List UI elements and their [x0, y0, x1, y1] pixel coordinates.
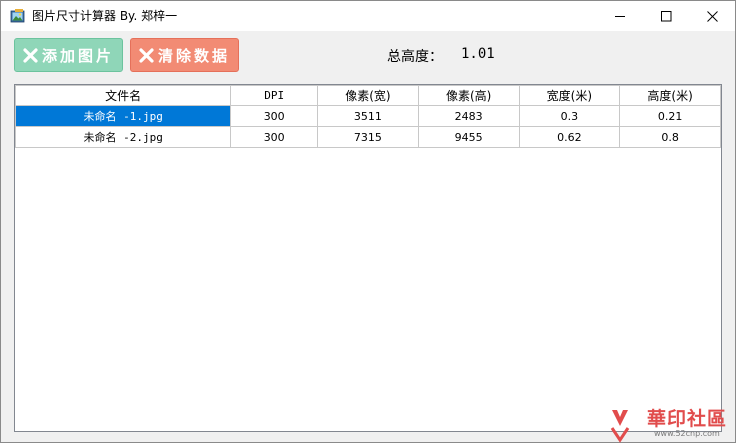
- column-header-filename[interactable]: 文件名: [14, 85, 232, 106]
- maximize-button[interactable]: [643, 1, 689, 31]
- cell-height-m[interactable]: 0.8: [619, 126, 721, 148]
- clear-data-button[interactable]: 清除数据: [130, 38, 239, 72]
- cell-pixel-width[interactable]: 3511: [317, 105, 419, 127]
- window-title: 图片尺寸计算器 By. 郑梓一: [32, 9, 178, 23]
- minimize-icon: [614, 15, 625, 17]
- app-window: 图片尺寸计算器 By. 郑梓一 添加图片 清除数据 总高度： 1.01 文件名 …: [0, 0, 736, 443]
- total-height-value: 1.01: [461, 46, 495, 62]
- cell-width-m[interactable]: 0.62: [518, 126, 621, 148]
- column-header-pixel-height[interactable]: 像素(高): [417, 85, 520, 106]
- column-header-pixel-width[interactable]: 像素(宽): [317, 85, 419, 106]
- cell-height-m[interactable]: 0.21: [619, 105, 721, 127]
- watermark-url: www.52cnp.com: [654, 429, 720, 438]
- app-image-icon: [10, 9, 25, 23]
- column-header-dpi[interactable]: DPI: [230, 85, 319, 106]
- maximize-icon: [660, 10, 671, 21]
- cell-pixel-height[interactable]: 9455: [417, 126, 520, 148]
- close-icon: [706, 10, 718, 22]
- x-icon: [139, 47, 154, 63]
- add-image-label: 添加图片: [41, 46, 114, 65]
- data-grid: 文件名 DPI 像素(宽) 像素(高) 宽度(米) 高度(米) 未命名 -1.j…: [14, 85, 721, 148]
- total-height-label: 总高度：: [387, 49, 443, 65]
- column-header-width-m[interactable]: 宽度(米): [518, 85, 621, 106]
- clear-data-label: 清除数据: [157, 46, 230, 65]
- cell-filename[interactable]: 未命名 -1.jpg: [14, 105, 232, 127]
- add-image-button[interactable]: 添加图片: [14, 38, 123, 72]
- table-row[interactable]: 未命名 -1.jpg 300 3511 2483 0.3 0.21: [14, 105, 721, 127]
- close-button[interactable]: [689, 1, 735, 31]
- title-bar[interactable]: 图片尺寸计算器 By. 郑梓一: [1, 1, 735, 31]
- watermark-text: 華印社區: [647, 408, 728, 430]
- cell-filename[interactable]: 未命名 -2.jpg: [14, 126, 232, 148]
- file-table[interactable]: 文件名 DPI 像素(宽) 像素(高) 宽度(米) 高度(米) 未命名 -1.j…: [14, 84, 722, 432]
- table-row[interactable]: 未命名 -2.jpg 300 7315 9455 0.62 0.8: [14, 126, 721, 148]
- cell-dpi[interactable]: 300: [230, 126, 319, 148]
- header-row: 文件名 DPI 像素(宽) 像素(高) 宽度(米) 高度(米): [14, 85, 721, 106]
- cell-pixel-height[interactable]: 2483: [417, 105, 520, 127]
- cell-pixel-width[interactable]: 7315: [317, 126, 419, 148]
- cell-dpi[interactable]: 300: [230, 105, 319, 127]
- minimize-button[interactable]: [597, 1, 643, 31]
- x-icon: [23, 47, 38, 63]
- cell-width-m[interactable]: 0.3: [518, 105, 621, 127]
- column-header-height-m[interactable]: 高度(米): [619, 85, 721, 106]
